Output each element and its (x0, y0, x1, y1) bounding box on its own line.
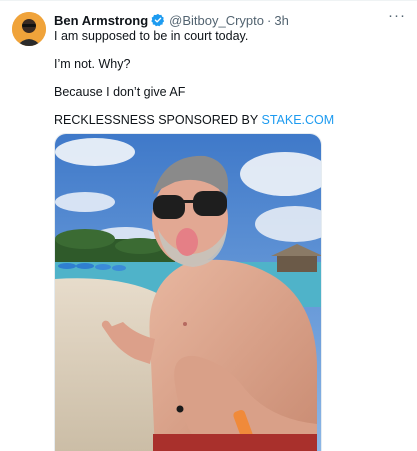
tweet-line: RECKLESSNESS SPONSORED BY STAKE.COM (54, 112, 334, 128)
avatar-image (12, 12, 46, 46)
timestamp[interactable]: 3h (274, 13, 288, 28)
avatar[interactable] (12, 12, 46, 46)
author-name[interactable]: Ben Armstrong (54, 13, 148, 28)
author-handle[interactable]: @Bitboy_Crypto (169, 13, 264, 28)
tweet-line-prefix: RECKLESSNESS SPONSORED BY (54, 113, 262, 127)
tweet-photo[interactable] (54, 133, 322, 451)
beach-selfie-image (55, 134, 321, 451)
tweet-line: Because I don’t give AF (54, 85, 186, 99)
tweet-card[interactable]: Ben Armstrong @Bitboy_Crypto · 3h ··· I … (0, 0, 417, 451)
tweet-line: I am supposed to be in court today. (54, 29, 249, 43)
separator-dot: · (267, 12, 272, 28)
verified-badge-icon (151, 13, 165, 27)
tweet-line: I’m not. Why? (54, 57, 131, 71)
tweet-header: Ben Armstrong @Bitboy_Crypto · 3h (54, 11, 289, 29)
more-options-icon[interactable]: ··· (387, 8, 407, 25)
stake-link[interactable]: STAKE.COM (261, 113, 334, 127)
